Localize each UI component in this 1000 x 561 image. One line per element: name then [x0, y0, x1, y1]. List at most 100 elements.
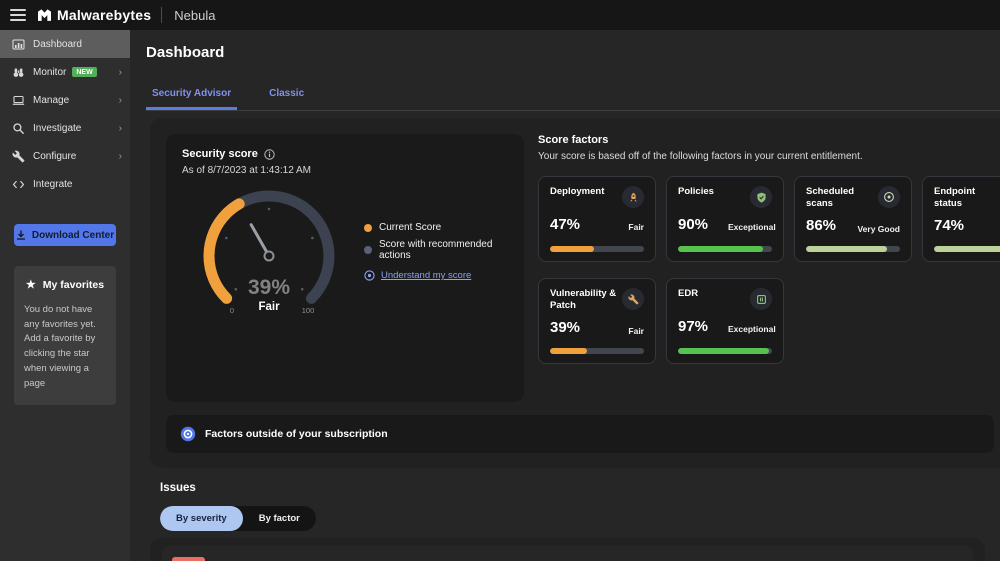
- tab-bar: Security Advisor Classic: [146, 82, 1000, 111]
- gauge-min-label: 0: [230, 306, 234, 315]
- help-circle-icon: [364, 270, 375, 281]
- download-icon: [16, 230, 26, 240]
- sidebar-item-integrate[interactable]: Integrate: [0, 170, 130, 198]
- factor-percent: 47%: [550, 216, 580, 233]
- issues-severity-card: High: [162, 546, 973, 561]
- download-center-button[interactable]: Download Center: [14, 224, 116, 246]
- sidebar-item-label: Integrate: [33, 179, 72, 190]
- factor-percent: 97%: [678, 318, 708, 335]
- gauge-max-label: 100: [302, 306, 315, 315]
- download-center-label: Download Center: [32, 230, 114, 241]
- brand-logo: Malwarebytes: [38, 7, 151, 23]
- monitor-icon: [750, 288, 772, 310]
- sidebar-item-label: Monitor: [33, 67, 66, 78]
- factor-rating: Fair: [600, 326, 644, 336]
- favorites-body: You do not have any favorites yet. Add a…: [24, 303, 106, 391]
- toggle-by-severity[interactable]: By severity: [160, 506, 243, 531]
- factor-card-policies[interactable]: Policies 90% Exceptional: [666, 176, 784, 262]
- legend-current-score: Current Score: [364, 222, 508, 233]
- wrench-icon: [622, 288, 644, 310]
- understand-score-link[interactable]: Understand my score: [364, 270, 508, 281]
- page-title: Dashboard: [146, 44, 224, 61]
- target-icon: [878, 186, 900, 208]
- sidebar-item-configure[interactable]: Configure ›: [0, 142, 130, 170]
- chevron-right-icon: ›: [119, 123, 122, 134]
- rocket-icon: [622, 186, 644, 208]
- shield-icon: [750, 186, 772, 208]
- legend-recommended-score: Score with recommended actions: [364, 239, 508, 261]
- legend-dot-current: [364, 224, 372, 232]
- factor-progress-bar: [678, 246, 772, 252]
- security-score-gauge: 0 100 39% Fair: [182, 182, 358, 332]
- factor-percent: 90%: [678, 216, 708, 233]
- factor-name: Scheduled scans: [806, 186, 874, 211]
- sidebar-item-dashboard[interactable]: Dashboard: [0, 30, 130, 58]
- factor-progress-bar: [934, 246, 1000, 252]
- factor-percent: 74%: [934, 217, 964, 234]
- factor-progress-bar: [806, 246, 900, 252]
- divider: [161, 7, 162, 23]
- top-bar: Malwarebytes Nebula: [0, 0, 1000, 30]
- new-badge: NEW: [72, 67, 96, 77]
- star-icon: ★: [26, 278, 36, 291]
- binoculars-icon: [12, 66, 25, 79]
- favorites-title: My favorites: [43, 279, 104, 291]
- score-timestamp: As of 8/7/2023 at 1:43:12 AM: [182, 165, 508, 176]
- gauge-value: 39%: [248, 276, 290, 299]
- issues-panel: High: [150, 538, 985, 561]
- factor-rating: Exceptional: [728, 222, 772, 232]
- security-score-card: Security score As of 8/7/2023 at 1:43:12…: [166, 134, 524, 402]
- sidebar-item-manage[interactable]: Manage ›: [0, 86, 130, 114]
- bar-chart-icon: [12, 38, 25, 51]
- issues-title: Issues: [160, 482, 196, 494]
- main-content: Dashboard Security Advisor Classic Secur…: [130, 30, 1000, 561]
- factor-name: Endpoint status: [934, 186, 1000, 211]
- factor-card-vulnerability-patch[interactable]: Vulnerability & Patch 39% Fair: [538, 278, 656, 364]
- factor-percent: 39%: [550, 319, 580, 336]
- factor-progress-bar: [550, 246, 644, 252]
- tab-security-advisor[interactable]: Security Advisor: [146, 82, 237, 110]
- info-icon[interactable]: [264, 149, 275, 160]
- severity-badge-high: High: [172, 557, 205, 561]
- gauge-rating: Fair: [258, 301, 280, 313]
- sidebar-item-label: Investigate: [33, 123, 81, 134]
- toggle-by-factor[interactable]: By factor: [243, 506, 316, 531]
- factors-outside-label: Factors outside of your subscription: [205, 428, 388, 440]
- legend-dot-recommended: [364, 246, 372, 254]
- chevron-right-icon: ›: [119, 67, 122, 78]
- factor-rating: Very Good: [856, 224, 900, 234]
- sidebar-item-label: Configure: [33, 151, 76, 162]
- sidebar-item-label: Manage: [33, 95, 69, 106]
- sidebar: Dashboard Monitor NEW › Manage › Investi…: [0, 30, 130, 561]
- score-factors-subtitle: Your score is based off of the following…: [538, 151, 994, 162]
- factor-progress-bar: [550, 348, 644, 354]
- hamburger-menu-icon[interactable]: [10, 9, 26, 21]
- laptop-icon: [12, 94, 25, 107]
- factors-outside-subscription-row[interactable]: Factors outside of your subscription: [166, 415, 994, 453]
- chevron-right-icon: ›: [119, 95, 122, 106]
- product-name: Nebula: [174, 8, 215, 23]
- factor-name: Policies: [678, 186, 714, 198]
- factor-progress-bar: [678, 348, 772, 354]
- issues-toggle-group: By severity By factor: [160, 506, 316, 531]
- factor-rating: Exceptional: [728, 324, 772, 334]
- chevron-right-icon: ›: [119, 151, 122, 162]
- factor-card-deployment[interactable]: Deployment 47% Fair: [538, 176, 656, 262]
- factor-name: Vulnerability & Patch: [550, 288, 618, 313]
- sidebar-item-investigate[interactable]: Investigate ›: [0, 114, 130, 142]
- factor-percent: 86%: [806, 217, 836, 234]
- compass-icon: [180, 426, 196, 442]
- score-factors-title: Score factors: [538, 134, 994, 146]
- factor-card-endpoint-status[interactable]: Endpoint status 74%: [922, 176, 1000, 262]
- sidebar-item-label: Dashboard: [33, 39, 82, 50]
- sidebar-item-monitor[interactable]: Monitor NEW ›: [0, 58, 130, 86]
- gauge-legend: Current Score Score with recommended act…: [364, 222, 508, 332]
- understand-score-label[interactable]: Understand my score: [381, 270, 471, 281]
- factor-card-scheduled-scans[interactable]: Scheduled scans 86% Very Good: [794, 176, 912, 262]
- tab-classic[interactable]: Classic: [263, 82, 310, 110]
- factor-name: EDR: [678, 288, 698, 300]
- factor-cards-grid: Deployment 47% Fair: [538, 176, 994, 364]
- factor-card-edr[interactable]: EDR 97% Exceptional: [666, 278, 784, 364]
- security-score-title: Security score: [182, 148, 258, 160]
- factor-rating: Fair: [600, 222, 644, 232]
